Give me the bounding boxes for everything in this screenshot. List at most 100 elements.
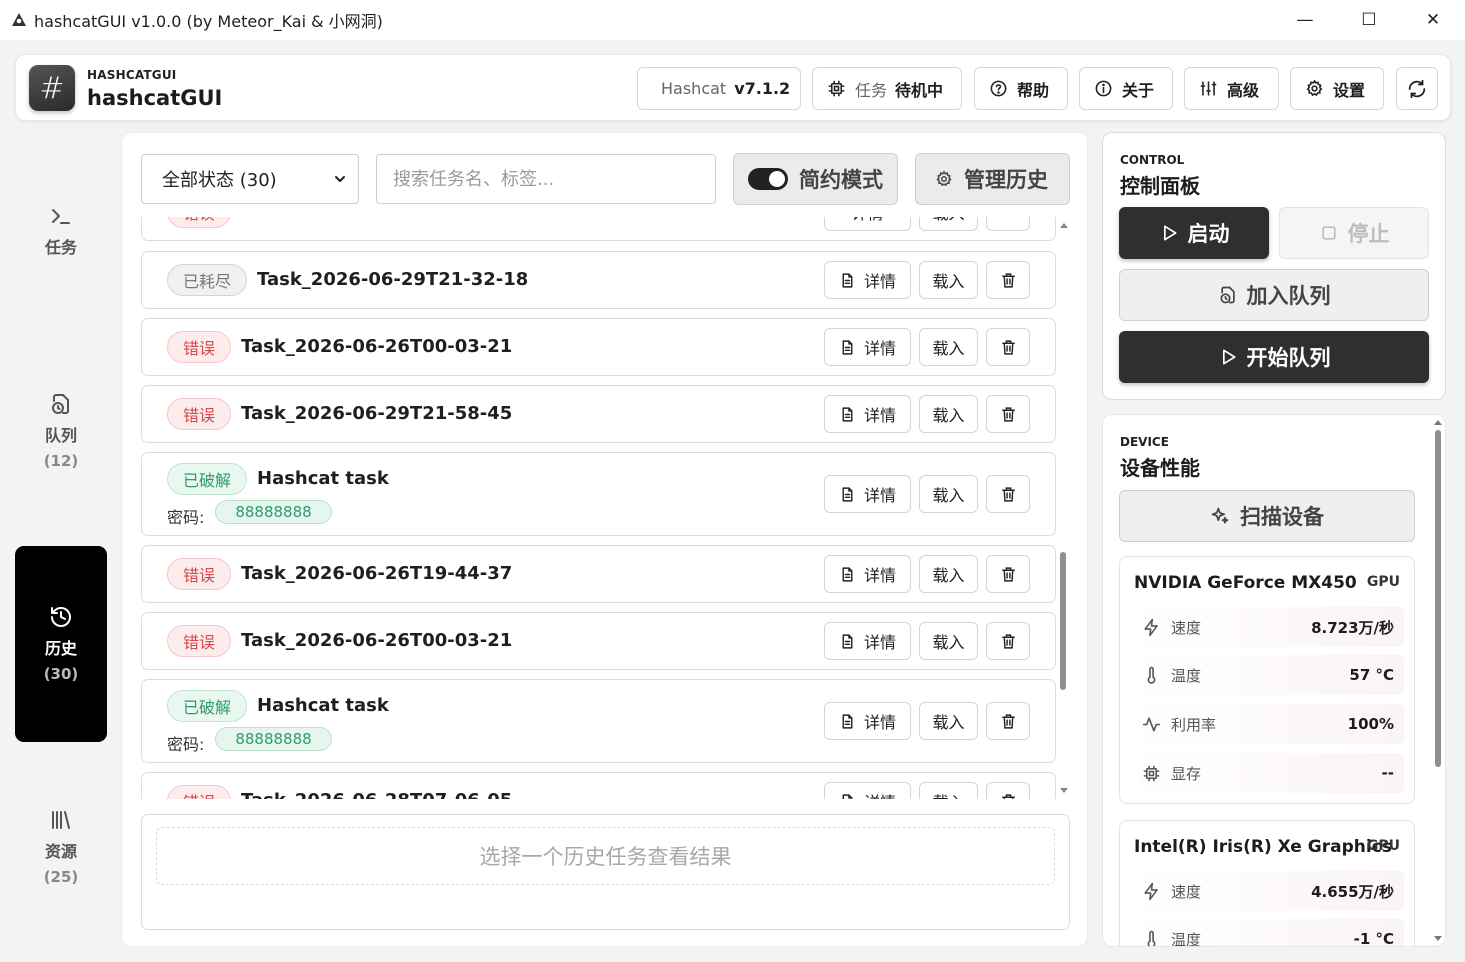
file-text-icon — [842, 713, 853, 729]
gear-icon — [1306, 79, 1323, 97]
load-button[interactable]: 载入 — [919, 217, 978, 231]
terminal-icon — [52, 209, 70, 224]
nav-item-queue[interactable]: 队列 (12) — [15, 392, 107, 470]
toggle-switch[interactable] — [748, 168, 788, 190]
password-label: 密码: — [167, 508, 205, 527]
metric-value: 57 °C — [1349, 666, 1394, 684]
detail-button[interactable]: 详情 — [824, 782, 911, 799]
detail-button[interactable]: 详情 — [824, 217, 911, 231]
nav-item-history[interactable]: 历史 (30) — [15, 546, 107, 742]
chevron-down-icon — [335, 176, 345, 182]
load-button[interactable]: 载入 — [919, 555, 978, 593]
play-icon — [1163, 225, 1176, 241]
stop-button[interactable]: 停止 — [1279, 207, 1429, 259]
task-name: Hashcat task — [257, 695, 389, 716]
list-item[interactable]: 错误 详情 载入 — [141, 217, 1056, 241]
metric-temperature: 温度 -1 °C — [1130, 919, 1404, 947]
lightning-icon — [1144, 618, 1158, 636]
delete-button[interactable] — [986, 395, 1030, 433]
metric-label: 速度 — [1171, 882, 1202, 901]
detail-button[interactable]: 详情 — [824, 328, 911, 366]
delete-button[interactable] — [986, 702, 1030, 740]
gpu-card: NVIDIA GeForce MX450 GPU 速度 8.723万/秒 温度 … — [1119, 556, 1415, 804]
trash-icon — [1001, 566, 1015, 582]
history-scrollbar[interactable] — [1057, 217, 1069, 799]
library-icon — [52, 811, 70, 829]
metric-value: 100% — [1347, 715, 1394, 733]
delete-button[interactable] — [986, 475, 1030, 513]
help-button[interactable]: 帮助 — [974, 67, 1068, 110]
advanced-button[interactable]: 高级 — [1184, 67, 1279, 110]
list-item[interactable]: 已耗尽 Task_2026-06-29T21-32-18 详情 载入 — [141, 251, 1056, 309]
file-text-icon — [842, 566, 853, 582]
load-button[interactable]: 载入 — [919, 622, 978, 660]
start-queue-label: 开始队列 — [1246, 346, 1331, 370]
sparkles-icon — [1211, 507, 1229, 524]
gpu-type-tag: GPU — [1366, 838, 1400, 854]
list-item[interactable]: 已破解 Hashcat task 密码: 88888888 详情 载入 — [141, 679, 1056, 763]
file-clock-icon — [52, 394, 69, 414]
refresh-button[interactable] — [1396, 67, 1438, 110]
task-name: Task_2026-06-29T21-32-18 — [257, 269, 529, 290]
load-button[interactable]: 载入 — [919, 328, 978, 366]
load-button[interactable]: 载入 — [919, 261, 978, 299]
nav-item-resources[interactable]: 资源 (25) — [15, 808, 107, 886]
delete-button[interactable] — [986, 328, 1030, 366]
brand-caption: HASHCATGUI — [87, 68, 177, 82]
status-badge: 错误 — [167, 625, 232, 657]
status-badge: 错误 — [167, 558, 232, 590]
add-queue-button[interactable]: 加入队列 — [1119, 269, 1429, 321]
stop-label: 停止 — [1347, 222, 1390, 246]
scroll-up-arrow-icon[interactable] — [1434, 420, 1442, 425]
minimize-button[interactable]: — — [1273, 0, 1337, 40]
list-item[interactable]: 错误 Task_2026-06-29T21-58-45 详情 载入 — [141, 385, 1056, 443]
detail-button[interactable]: 详情 — [824, 395, 911, 433]
scroll-thumb[interactable] — [1060, 552, 1066, 690]
load-button[interactable]: 载入 — [919, 702, 978, 740]
scroll-down-arrow-icon[interactable] — [1060, 788, 1068, 793]
help-label: 帮助 — [1017, 80, 1050, 100]
list-item[interactable]: 已破解 Hashcat task 密码: 88888888 详情 载入 — [141, 452, 1056, 536]
detail-button[interactable]: 详情 — [824, 475, 911, 513]
load-button[interactable]: 载入 — [919, 395, 978, 433]
load-button[interactable]: 载入 — [919, 475, 978, 513]
list-item[interactable]: 错误 Task_2026-06-28T07-06-05 详情 载入 — [141, 772, 1056, 799]
status-filter-select[interactable]: 全部状态 (30) — [141, 154, 359, 204]
detail-button[interactable]: 详情 — [824, 622, 911, 660]
file-clock-icon — [1220, 286, 1235, 304]
start-button[interactable]: 启动 — [1119, 207, 1269, 259]
metric-label: 温度 — [1171, 666, 1202, 685]
about-button[interactable]: 关于 — [1079, 67, 1173, 110]
list-item[interactable]: 错误 Task_2026-06-26T00-03-21 详情 载入 — [141, 318, 1056, 376]
delete-button[interactable] — [986, 261, 1030, 299]
gpu-name: Intel(R) Iris(R) Xe Graphics — [1134, 837, 1392, 857]
detail-button[interactable]: 详情 — [824, 261, 911, 299]
delete-button[interactable] — [986, 555, 1030, 593]
metric-value: -1 °C — [1353, 930, 1394, 947]
search-input[interactable] — [376, 154, 716, 204]
maximize-button[interactable]: ☐ — [1337, 0, 1401, 40]
settings-button[interactable]: 设置 — [1290, 67, 1384, 110]
delete-button[interactable] — [986, 622, 1030, 660]
compact-mode-toggle[interactable]: 简约模式 — [733, 153, 898, 205]
nav-item-tasks[interactable]: 任务 — [15, 204, 107, 258]
scroll-up-arrow-icon[interactable] — [1060, 223, 1068, 228]
device-scrollbar[interactable] — [1432, 414, 1444, 947]
list-item[interactable]: 错误 Task_2026-06-26T00-03-21 详情 载入 — [141, 612, 1056, 670]
scroll-down-arrow-icon[interactable] — [1434, 936, 1442, 941]
start-queue-button[interactable]: 开始队列 — [1119, 331, 1429, 383]
list-item[interactable]: 错误 Task_2026-06-26T19-44-37 详情 载入 — [141, 545, 1056, 603]
delete-button[interactable] — [986, 782, 1030, 799]
hashcat-version-badge[interactable]: Hashcat v7.1.2 — [637, 67, 801, 110]
delete-button[interactable] — [986, 217, 1030, 231]
nav-count-queue: (12) — [43, 452, 79, 470]
task-status-badge[interactable]: 任务 待机中 — [812, 67, 962, 110]
detail-button[interactable]: 详情 — [824, 555, 911, 593]
close-button[interactable]: ✕ — [1401, 0, 1465, 40]
scroll-thumb[interactable] — [1435, 430, 1441, 767]
manage-history-button[interactable]: 管理历史 — [915, 153, 1070, 205]
detail-button[interactable]: 详情 — [824, 702, 911, 740]
trash-icon — [1001, 793, 1015, 799]
load-button[interactable]: 载入 — [919, 782, 978, 799]
scan-devices-button[interactable]: 扫描设备 — [1119, 490, 1415, 542]
